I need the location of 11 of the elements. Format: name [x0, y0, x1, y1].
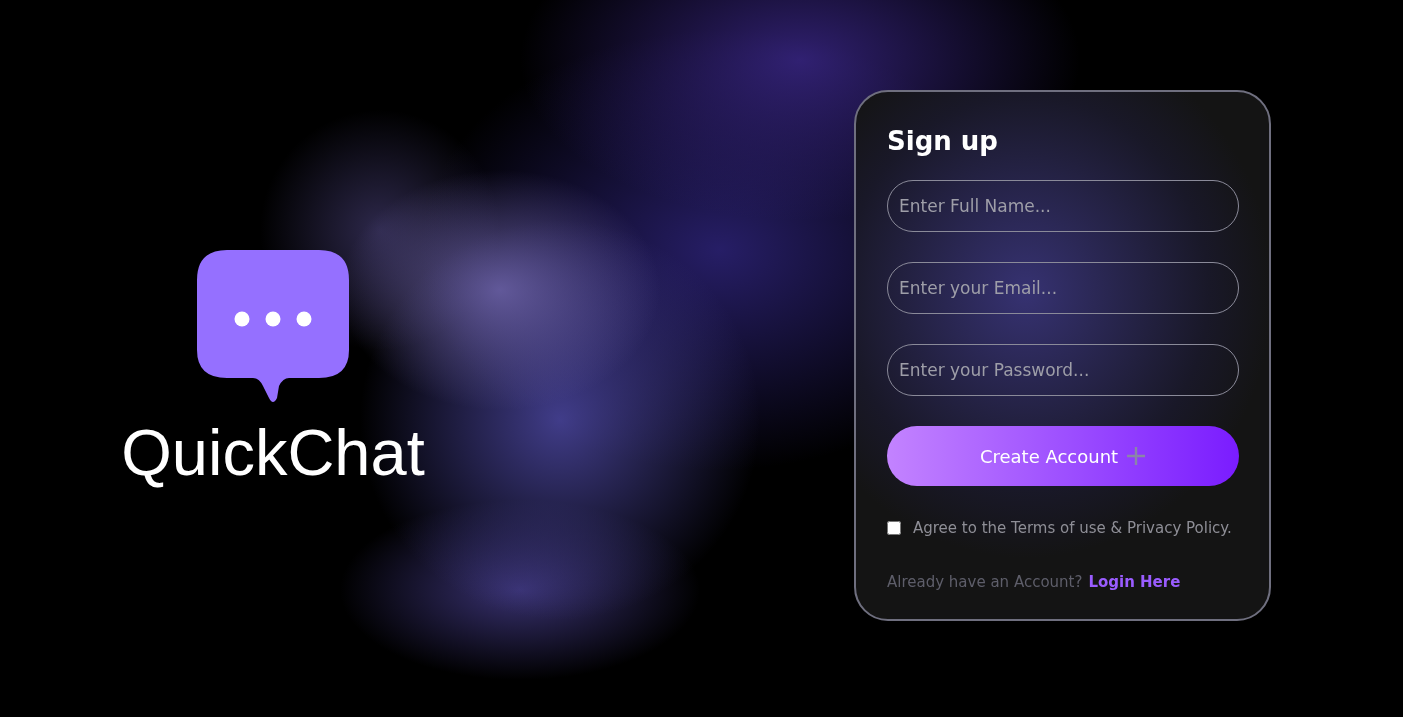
input-field[interactable]: Enter your Password...: [887, 344, 1239, 396]
input-field[interactable]: Enter your Email...: [887, 262, 1239, 314]
login-prompt: Already have an Account?: [887, 573, 1083, 591]
terms-checkbox[interactable]: [887, 521, 901, 535]
login-link[interactable]: Login Here: [1088, 573, 1181, 591]
terms-label: Agree to the Terms of use & Privacy Policy.: [913, 519, 1232, 537]
input-field[interactable]: Enter Full Name...: [887, 180, 1239, 232]
plus-icon: [1126, 446, 1147, 466]
form-title: Sign up: [887, 125, 999, 158]
chat-bubble-icon: [197, 250, 349, 404]
create-account-button[interactable]: Create Account: [887, 426, 1239, 486]
